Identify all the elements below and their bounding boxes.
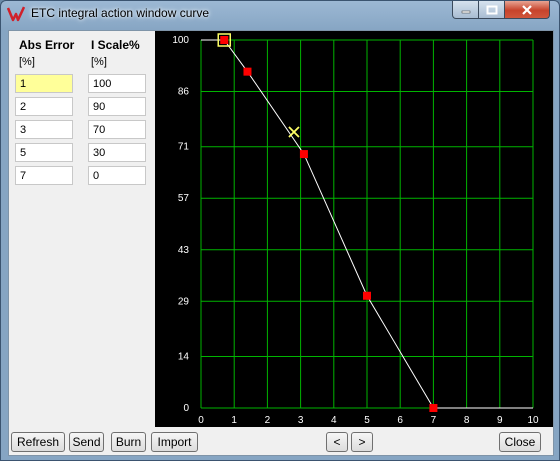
i-scale-cell[interactable]: 0 (88, 166, 146, 185)
button-bar: Refresh Send Burn Import < > Close (9, 427, 553, 455)
title-bar[interactable]: ETC integral action window curve (1, 1, 559, 27)
close-window-button[interactable] (504, 1, 550, 19)
close-icon (522, 4, 532, 15)
x-tick-label: 2 (265, 415, 271, 426)
curve-point (220, 36, 229, 44)
i-scale-cell[interactable]: 100 (88, 74, 146, 93)
curve-point (429, 404, 438, 412)
x-tick-label: 1 (231, 415, 237, 426)
curve-table: Abs Error I Scale% [%] [%] 1 100 2 90 3 … (9, 31, 155, 427)
x-tick-label: 5 (364, 415, 370, 426)
x-tick-label: 4 (331, 415, 337, 426)
minimize-button[interactable] (452, 1, 479, 19)
unit-label-abs-error: [%] (19, 56, 35, 68)
curve-point (363, 291, 371, 300)
y-tick-label: 100 (172, 35, 189, 46)
y-tick-label: 86 (178, 87, 190, 98)
abs-error-cell[interactable]: 5 (15, 143, 73, 162)
y-tick-label: 43 (178, 245, 190, 256)
x-tick-label: 8 (464, 415, 470, 426)
y-tick-label: 29 (178, 296, 190, 307)
i-scale-cell[interactable]: 30 (88, 143, 146, 162)
x-tick-label: 6 (397, 415, 403, 426)
x-tick-label: 9 (497, 415, 503, 426)
close-button[interactable]: Close (499, 432, 541, 452)
cursor-marker (288, 126, 300, 138)
y-tick-label: 14 (178, 351, 190, 362)
y-tick-label: 0 (183, 403, 189, 414)
curve-point (243, 67, 252, 76)
import-button[interactable]: Import (151, 432, 198, 452)
curve-chart-canvas[interactable]: 0 1 2 3 4 5 6 7 8 9 100142943577186100 (155, 31, 553, 427)
minimize-icon (461, 10, 470, 13)
abs-error-cell[interactable]: 2 (15, 97, 73, 116)
unit-label-i-scale: [%] (91, 56, 107, 68)
x-tick-label: 3 (298, 415, 304, 426)
curve-point (299, 150, 308, 159)
next-button[interactable]: > (351, 432, 373, 452)
i-scale-cell[interactable]: 70 (88, 120, 146, 139)
i-scale-cell[interactable]: 90 (88, 97, 146, 116)
column-header-i-scale: I Scale% (91, 38, 140, 52)
x-tick-label: 10 (527, 415, 539, 426)
y-tick-label: 57 (178, 193, 190, 204)
x-tick-label: 7 (431, 415, 437, 426)
burn-button[interactable]: Burn (111, 432, 146, 452)
column-header-abs-error: Abs Error (19, 38, 75, 52)
previous-button[interactable]: < (326, 432, 348, 452)
y-tick-label: 71 (178, 142, 190, 153)
curve-editor-window: ETC integral action window curve Abs Err… (0, 0, 560, 461)
maximize-button[interactable] (478, 1, 505, 19)
x-tick-label: 0 (198, 415, 204, 426)
window-title: ETC integral action window curve (31, 6, 210, 20)
abs-error-cell[interactable]: 1 (15, 74, 73, 93)
abs-error-cell[interactable]: 7 (15, 166, 73, 185)
abs-error-cell[interactable]: 3 (15, 120, 73, 139)
client-area: Abs Error I Scale% [%] [%] 1 100 2 90 3 … (8, 30, 554, 456)
app-logo-icon (7, 6, 25, 22)
curve-chart[interactable]: 0 1 2 3 4 5 6 7 8 9 10 0 14 29 43 57 71 86 100 (155, 31, 553, 427)
refresh-button[interactable]: Refresh (11, 432, 65, 452)
send-button[interactable]: Send (69, 432, 104, 452)
maximize-icon (486, 5, 497, 14)
